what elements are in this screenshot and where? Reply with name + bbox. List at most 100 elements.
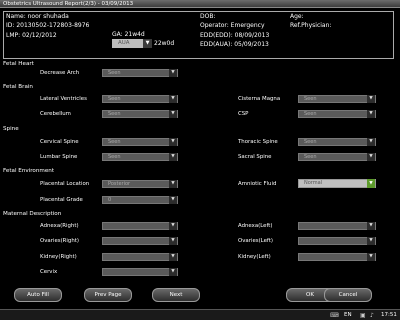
adnexa-right-select[interactable]: ▼ bbox=[102, 222, 178, 230]
chevron-down-icon: ▼ bbox=[367, 110, 375, 118]
language-indicator[interactable]: EN bbox=[344, 312, 352, 318]
cervical-spine-value: Seen bbox=[108, 139, 121, 145]
lateral-ventricles-select[interactable]: Seen ▼ bbox=[102, 95, 178, 103]
placental-location-select[interactable]: Posterior ▼ bbox=[102, 180, 178, 188]
section-fetal-brain: Fetal Brain bbox=[3, 84, 33, 90]
chevron-down-icon: ▼ bbox=[367, 179, 375, 188]
aua-select-value: AUA bbox=[118, 40, 130, 46]
chevron-down-icon: ▼ bbox=[169, 69, 177, 77]
amniotic-fluid-value: Normal bbox=[304, 180, 323, 186]
cerebellum-value: Seen bbox=[108, 111, 121, 117]
operator: Operator: Emergency bbox=[200, 22, 265, 29]
auto-fill-button[interactable]: Auto Fill bbox=[14, 288, 62, 302]
lumbar-spine-value: Seen bbox=[108, 154, 121, 160]
adnexa-right-label: Adnexa(Right) bbox=[40, 223, 79, 229]
clock: 17:51 bbox=[381, 312, 397, 318]
cerebellum-select[interactable]: Seen ▼ bbox=[102, 110, 178, 118]
network-icon[interactable]: ▣ bbox=[360, 312, 366, 319]
patient-dob: DOB: bbox=[200, 13, 216, 20]
next-button[interactable]: Next bbox=[152, 288, 200, 302]
aua-ga-value: 22w0d bbox=[154, 40, 175, 47]
cervix-label: Cervix bbox=[40, 269, 58, 275]
chevron-down-icon: ▼ bbox=[367, 138, 375, 146]
cisterna-magna-select[interactable]: Seen ▼ bbox=[298, 95, 376, 103]
placental-grade-label: Placental Grade bbox=[40, 197, 83, 203]
decrease-arch-select[interactable]: Seen ▼ bbox=[102, 69, 178, 77]
cisterna-magna-value: Seen bbox=[304, 96, 317, 102]
lmp: LMP: 02/12/2012 bbox=[6, 32, 57, 39]
ovaries-left-select[interactable]: ▼ bbox=[298, 237, 376, 245]
window-title-bar: Obstetrics Ultrasound Report(2/3) - 03/0… bbox=[0, 0, 400, 8]
chevron-down-icon: ▼ bbox=[367, 253, 375, 261]
lumbar-spine-label: Lumbar Spine bbox=[40, 154, 78, 160]
patient-name: Name: noor shuhada bbox=[6, 13, 69, 20]
chevron-down-icon: ▼ bbox=[169, 253, 177, 261]
kidney-left-select[interactable]: ▼ bbox=[298, 253, 376, 261]
cervical-spine-label: Cervical Spine bbox=[40, 139, 79, 145]
amniotic-fluid-select[interactable]: Normal ▼ bbox=[298, 179, 376, 188]
section-fetal-environment: Fetal Environment bbox=[3, 168, 55, 174]
chevron-down-icon: ▼ bbox=[367, 222, 375, 230]
placental-grade-select[interactable]: 0 ▼ bbox=[102, 196, 178, 204]
thoracic-spine-label: Thoracic Spine bbox=[238, 139, 278, 145]
placental-location-label: Placental Location bbox=[40, 181, 90, 187]
ref-physician: Ref.Physician: bbox=[290, 22, 332, 29]
amniotic-fluid-label: Amniotic Fluid bbox=[238, 181, 277, 187]
cisterna-magna-label: Cisterna Magna bbox=[238, 96, 281, 102]
csp-select[interactable]: Seen ▼ bbox=[298, 110, 376, 118]
speaker-icon[interactable]: ♪ bbox=[370, 312, 374, 319]
chevron-down-icon: ▼ bbox=[367, 95, 375, 103]
lumbar-spine-select[interactable]: Seen ▼ bbox=[102, 153, 178, 161]
chevron-down-icon: ▼ bbox=[143, 39, 152, 48]
placental-grade-value: 0 bbox=[108, 197, 112, 203]
csp-label: CSP bbox=[238, 111, 249, 117]
section-spine: Spine bbox=[3, 126, 19, 132]
chevron-down-icon: ▼ bbox=[367, 153, 375, 161]
ovaries-left-label: Ovaries(Left) bbox=[238, 238, 273, 244]
decrease-arch-label: Decrease Arch bbox=[40, 70, 80, 76]
section-fetal-heart: Fetal Heart bbox=[3, 61, 34, 67]
kidney-right-select[interactable]: ▼ bbox=[102, 253, 178, 261]
gestational-age: GA: 21w4d bbox=[112, 31, 145, 38]
sacral-spine-label: Sacral Spine bbox=[238, 154, 272, 160]
aua-select[interactable]: AUA ▼ bbox=[112, 39, 152, 48]
edd-lmp: EDD(EDD): 08/09/2013 bbox=[200, 32, 270, 39]
adnexa-left-select[interactable]: ▼ bbox=[298, 222, 376, 230]
prev-page-button[interactable]: Prev Page bbox=[84, 288, 132, 302]
window-title: Obstetrics Ultrasound Report(2/3) - 03/0… bbox=[3, 1, 134, 7]
chevron-down-icon: ▼ bbox=[169, 110, 177, 118]
cervix-select[interactable]: ▼ bbox=[102, 268, 178, 276]
section-maternal-description: Maternal Description bbox=[3, 211, 62, 217]
chevron-down-icon: ▼ bbox=[169, 222, 177, 230]
ovaries-right-select[interactable]: ▼ bbox=[102, 237, 178, 245]
kidney-right-label: Kidney(Right) bbox=[40, 254, 77, 260]
edd-aua: EDD(AUA): 05/09/2013 bbox=[200, 41, 269, 48]
chevron-down-icon: ▼ bbox=[169, 153, 177, 161]
chevron-down-icon: ▼ bbox=[169, 138, 177, 146]
chevron-down-icon: ▼ bbox=[169, 268, 177, 276]
taskbar: ⌨ EN ▣ ♪ 17:51 bbox=[0, 309, 400, 320]
sacral-spine-value: Seen bbox=[304, 154, 317, 160]
decrease-arch-value: Seen bbox=[108, 70, 121, 76]
lateral-ventricles-value: Seen bbox=[108, 96, 121, 102]
thoracic-spine-select[interactable]: Seen ▼ bbox=[298, 138, 376, 146]
cancel-button[interactable]: Cancel bbox=[324, 288, 372, 302]
chevron-down-icon: ▼ bbox=[169, 237, 177, 245]
chevron-down-icon: ▼ bbox=[367, 237, 375, 245]
chevron-down-icon: ▼ bbox=[169, 196, 177, 204]
adnexa-left-label: Adnexa(Left) bbox=[238, 223, 273, 229]
placental-location-value: Posterior bbox=[108, 181, 131, 187]
kidney-left-label: Kidney(Left) bbox=[238, 254, 271, 260]
patient-age: Age: bbox=[290, 13, 304, 20]
cervical-spine-select[interactable]: Seen ▼ bbox=[102, 138, 178, 146]
lateral-ventricles-label: Lateral Ventricles bbox=[40, 96, 87, 102]
cerebellum-label: Cerebellum bbox=[40, 111, 71, 117]
ovaries-right-label: Ovaries(Right) bbox=[40, 238, 79, 244]
patient-id: ID: 20130502-172803-8976 bbox=[6, 22, 90, 29]
thoracic-spine-value: Seen bbox=[304, 139, 317, 145]
sacral-spine-select[interactable]: Seen ▼ bbox=[298, 153, 376, 161]
chevron-down-icon: ▼ bbox=[169, 95, 177, 103]
keyboard-icon[interactable]: ⌨ bbox=[330, 312, 339, 319]
csp-value: Seen bbox=[304, 111, 317, 117]
chevron-down-icon: ▼ bbox=[169, 180, 177, 188]
